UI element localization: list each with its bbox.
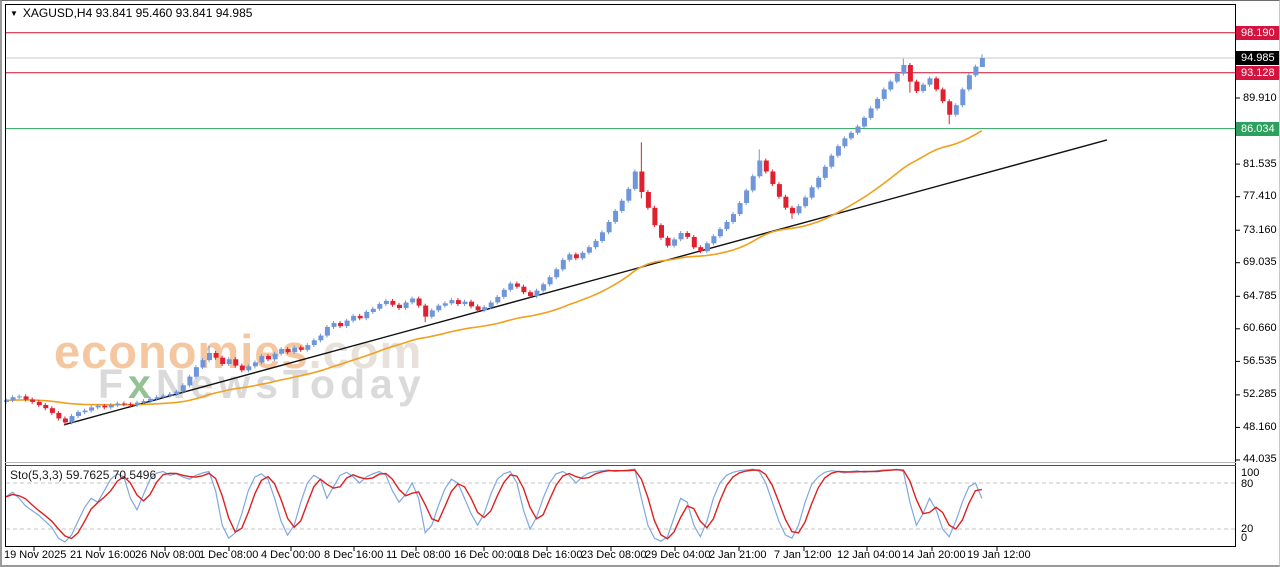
time-axis-label: 18 Dec 16:00 (517, 549, 582, 561)
price-axis-label: 77.410 (1243, 190, 1277, 203)
time-axis-label: 8 Dec 16:00 (324, 549, 383, 561)
stochastic-scale-label: 80 (1241, 478, 1253, 490)
price-axis-label: 52.285 (1243, 388, 1277, 401)
price-level-badge: 93.128 (1236, 66, 1280, 80)
time-axis-label: 14 Jan 20:00 (902, 549, 966, 561)
time-axis-label: 19 Nov 2025 (4, 549, 66, 561)
time-axis-label: 2 Jan 21:00 (709, 549, 767, 561)
symbol-quote-bar[interactable]: ▼ XAGUSD,H4 93.841 95.460 93.841 94.985 (10, 6, 252, 20)
time-axis-label: 26 Nov 08:00 (135, 549, 200, 561)
price-axis-label: 44.035 (1243, 453, 1277, 466)
time-axis-label: 16 Dec 00:00 (454, 549, 519, 561)
time-axis-label: 7 Jan 12:00 (774, 549, 832, 561)
time-axis-label: 21 Nov 16:00 (70, 549, 135, 561)
price-axis-label: 60.660 (1243, 322, 1277, 335)
stochastic-label: Sto(5,3,3) 59.7625 70.5496 (10, 468, 156, 482)
time-axis-label: 23 Dec 08:00 (581, 549, 646, 561)
time-axis-label: 11 Dec 08:00 (386, 549, 451, 561)
price-level-badge: 94.985 (1236, 51, 1280, 65)
price-axis-label: 89.910 (1243, 92, 1277, 105)
time-axis-label: 12 Jan 04:00 (837, 549, 901, 561)
stochastic-scale-label: 0 (1241, 532, 1247, 544)
price-axis: 89.910 81.535 77.410 73.160 69.035 64.785 60.6… (1236, 1, 1280, 567)
price-axis-label: 64.785 (1243, 290, 1277, 303)
price-axis-label: 73.160 (1243, 224, 1277, 237)
time-axis-label: 4 Dec 00:00 (261, 549, 320, 561)
time-axis-label: 29 Dec 04:00 (645, 549, 710, 561)
price-level-badge: 86.034 (1236, 122, 1280, 136)
time-axis: 19 Nov 2025 21 Nov 16:0026 Nov 08:001 Dec… (2, 1, 1235, 567)
time-axis-label: 19 Jan 12:00 (967, 549, 1031, 561)
mt4-chart-window: economies.com FxNewsToday ▼XAGUSD,H4 93.… (0, 0, 1280, 567)
symbol-dropdown-icon[interactable]: ▼ (10, 9, 18, 18)
price-axis-label: 81.535 (1243, 158, 1277, 171)
price-level-badge: 98.190 (1236, 26, 1280, 40)
time-axis-label: 1 Dec 08:00 (199, 549, 258, 561)
symbol-quote-text: XAGUSD,H4 93.841 95.460 93.841 94.985 (23, 6, 253, 20)
price-axis-label: 48.160 (1243, 421, 1277, 434)
price-axis-label: 56.535 (1243, 355, 1277, 368)
price-axis-label: 69.035 (1243, 256, 1277, 269)
